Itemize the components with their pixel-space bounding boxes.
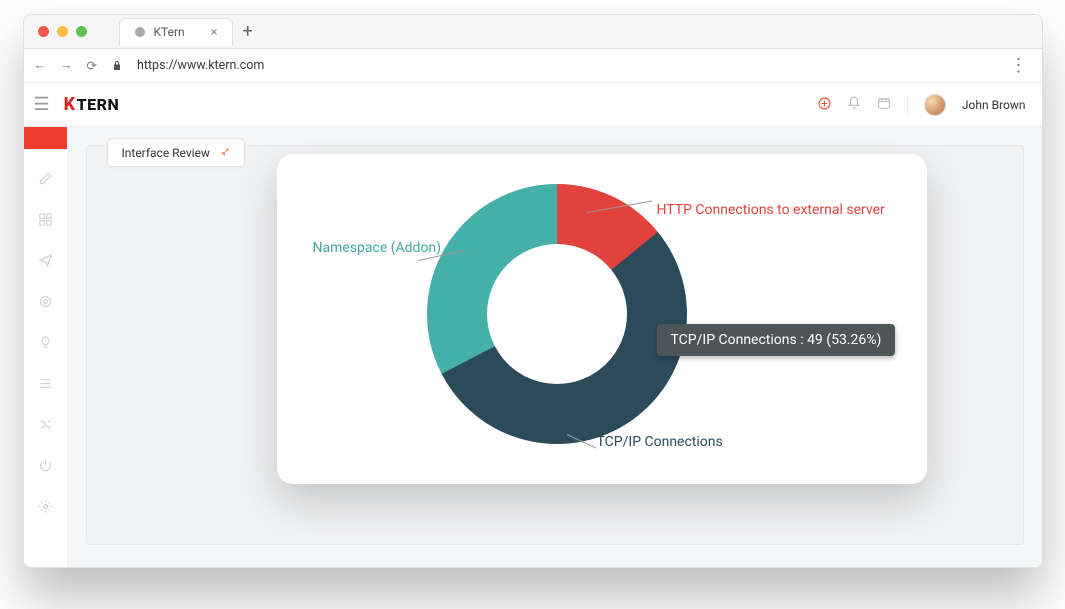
address-bar[interactable]: https://www.ktern.com [137,58,264,73]
lock-icon [111,60,123,72]
back-button[interactable]: ← [34,58,47,73]
header-actions: John Brown [818,94,1026,116]
sidebar-shuffle-icon[interactable] [38,417,53,436]
forward-button[interactable]: → [60,58,73,73]
user-name: John Brown [962,98,1026,112]
chart-label-http: HTTP Connections to external server [657,202,885,218]
content-area: Interface Review HTTP Connections to ext… [68,127,1042,567]
browser-window: KTern × + ← → ⟳ https://www.ktern.com ⋮ … [23,14,1043,568]
sidebar-bulb-icon[interactable] [38,335,53,354]
chart-card: HTTP Connections to external server Name… [277,154,927,484]
brand-rest: TERN [77,95,120,114]
window-controls [24,26,101,37]
app-menu-toggle[interactable]: ☰ [34,94,50,115]
tab-favicon-icon [134,26,146,38]
interface-review-tag[interactable]: Interface Review [107,138,245,167]
tag-label: Interface Review [122,146,210,160]
sidebar-list-icon[interactable] [38,376,53,395]
sidebar-gear-icon[interactable] [38,499,53,518]
reload-button[interactable]: ⟳ [87,58,97,74]
avatar[interactable] [924,94,946,116]
brand-logo[interactable]: K TERN [64,94,120,115]
tab-title: KTern [154,25,185,39]
app-body: Interface Review HTTP Connections to ext… [24,127,1042,567]
sidebar-send-icon[interactable] [38,253,53,272]
new-tab-button[interactable]: + [243,23,253,41]
tooltip-text: TCP/IP Connections : 49 (53.26%) [671,332,882,348]
browser-menu-button[interactable]: ⋮ [1010,55,1032,76]
window-close-button[interactable] [38,26,49,37]
sidebar-power-icon[interactable] [38,458,53,477]
chart-tooltip: TCP/IP Connections : 49 (53.26%) [657,324,896,356]
divider [907,96,908,114]
browser-tab[interactable]: KTern × [119,18,233,46]
sidebar-grid-icon[interactable] [38,212,53,231]
pin-icon [218,145,230,160]
brand-prefix: K [64,94,76,115]
browser-titlebar: KTern × + [24,15,1042,49]
bell-icon[interactable] [847,95,861,114]
sidebar-edit-icon[interactable] [38,171,53,190]
donut-chart[interactable] [427,184,687,444]
tab-close-button[interactable]: × [211,25,218,40]
calendar-icon[interactable] [877,95,891,114]
window-minimize-button[interactable] [57,26,68,37]
chart-label-namespace: Namespace (Addon) [313,240,442,256]
window-zoom-button[interactable] [76,26,87,37]
browser-toolbar: ← → ⟳ https://www.ktern.com ⋮ [24,49,1042,83]
app-header: ☰ K TERN John Brown [24,83,1042,127]
content-panel: Interface Review HTTP Connections to ext… [86,145,1024,545]
sidebar-target-icon[interactable] [38,294,53,313]
add-icon[interactable] [818,95,831,114]
sidebar-active-marker [24,127,67,149]
sidebar [24,127,68,567]
chart-label-tcp: TCP/IP Connections [597,434,723,450]
